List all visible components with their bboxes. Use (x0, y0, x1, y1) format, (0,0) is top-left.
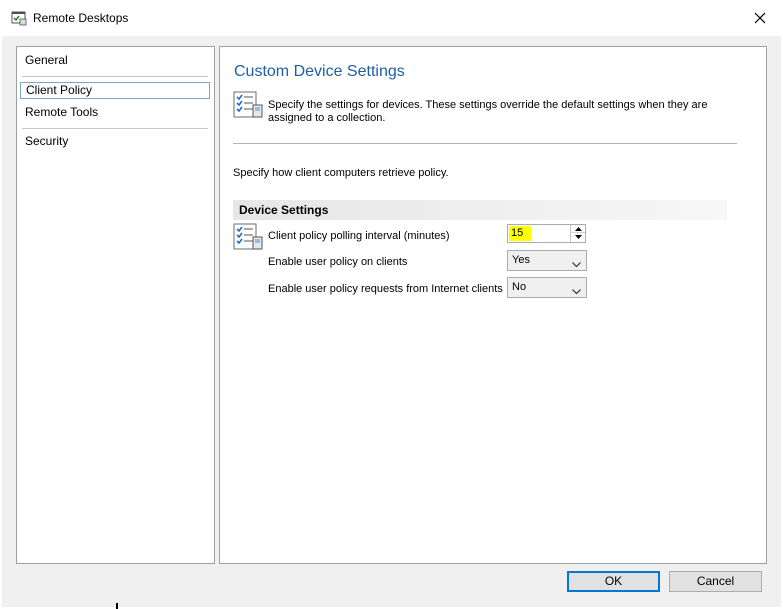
polling-interval-stepper[interactable]: 15 (507, 224, 586, 243)
group-title: Device Settings (239, 203, 329, 217)
title-bar: Remote Desktops (0, 0, 783, 36)
nav-item-label: Security (25, 134, 69, 148)
nav-item-client-policy[interactable]: Client Policy (20, 82, 210, 99)
page-title: Custom Device Settings (234, 63, 405, 80)
polling-interval-label: Client policy polling interval (minutes) (268, 230, 450, 242)
nav-item-label: General (25, 53, 68, 67)
close-button[interactable] (737, 0, 783, 36)
nav-item-general[interactable]: General (20, 53, 210, 70)
cancel-button[interactable]: Cancel (669, 571, 762, 592)
header-divider (233, 143, 737, 144)
nav-item-label: Remote Tools (25, 105, 99, 119)
checklist-settings-icon (233, 223, 264, 251)
nav-divider (22, 76, 208, 77)
header-description: Specify the settings for devices. These … (268, 99, 708, 124)
nav-item-label: Client Policy (26, 83, 93, 97)
nav-item-remote-tools[interactable]: Remote Tools (20, 105, 210, 122)
nav-divider (22, 128, 208, 129)
nav-item-security[interactable]: Security (20, 134, 210, 151)
user-policy-value: Yes (512, 254, 530, 266)
dialog-body: General Client Policy Remote Tools Secur… (2, 36, 781, 607)
chevron-down-icon (572, 284, 581, 295)
window-title: Remote Desktops (33, 11, 129, 25)
stepper-up-button[interactable] (571, 225, 585, 233)
checklist-settings-icon (233, 91, 264, 119)
stepper-buttons (570, 225, 585, 242)
user-policy-select[interactable]: Yes (507, 250, 587, 271)
internet-user-policy-select[interactable]: No (507, 277, 587, 298)
group-header: Device Settings (233, 200, 727, 220)
settings-panel: Custom Device Settings Specify the setti… (219, 46, 767, 564)
window-settings-icon (11, 10, 27, 26)
stepper-down-button[interactable] (571, 233, 585, 241)
internet-user-policy-value: No (512, 281, 527, 293)
close-icon (754, 12, 766, 24)
triangle-up-icon (574, 226, 582, 231)
user-policy-label: Enable user policy on clients (268, 256, 408, 268)
cursor-edge-mark (116, 603, 118, 609)
nav-panel: General Client Policy Remote Tools Secur… (16, 46, 215, 564)
internet-user-policy-label: Enable user policy requests from Interne… (268, 283, 503, 295)
ok-button[interactable]: OK (567, 571, 660, 592)
intro-text: Specify how client computers retrieve po… (233, 167, 449, 179)
triangle-down-icon (574, 235, 582, 239)
polling-interval-value[interactable]: 15 (509, 226, 531, 241)
chevron-down-icon (572, 257, 581, 268)
